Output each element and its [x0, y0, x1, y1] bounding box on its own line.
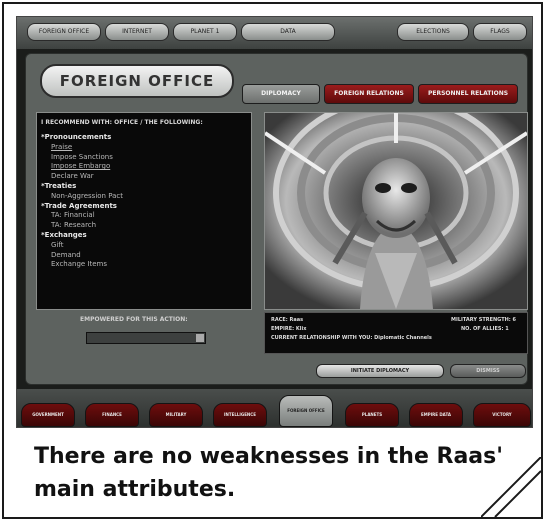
- menu-option[interactable]: Demand: [41, 251, 241, 261]
- relationship-label: CURRENT RELATIONSHIP WITH YOU: Diplomati…: [271, 335, 432, 341]
- slide-frame: FOREIGN OFFICE INTERNET PLANET 1 DATA EL…: [2, 2, 543, 519]
- top-tab[interactable]: INTERNET: [105, 23, 169, 41]
- chevron-down-icon[interactable]: [196, 334, 204, 342]
- game-screenshot: FOREIGN OFFICE INTERNET PLANET 1 DATA EL…: [16, 16, 533, 428]
- menu-section-heading: *Pronouncements: [41, 133, 112, 141]
- slide-caption: There are no weaknesses in the Raas' mai…: [34, 444, 503, 502]
- tab-foreign-relations[interactable]: FOREIGN RELATIONS: [324, 84, 414, 104]
- tab-personnel-relations[interactable]: PERSONNEL RELATIONS: [418, 84, 518, 104]
- raas-portrait-image: [265, 113, 527, 309]
- menu-option[interactable]: Exchange Items: [41, 260, 241, 270]
- menu-section-heading: *Exchanges: [41, 230, 87, 239]
- nav-button-foreign-office[interactable]: FOREIGN OFFICE: [279, 395, 333, 427]
- option-menu: *Pronouncements Praise Impose Sanctions Imp…: [41, 133, 241, 270]
- allies-label: NO. OF ALLIES: 1: [461, 326, 509, 332]
- menu-option[interactable]: Impose Embargo: [41, 162, 241, 172]
- top-tab[interactable]: ELECTIONS: [397, 23, 469, 41]
- top-tab[interactable]: FOREIGN OFFICE: [27, 23, 101, 41]
- action-label: EMPOWERED FOR THIS ACTION:: [80, 316, 188, 323]
- race-info-box: RACE: Raas EMPIRE: Klix CURRENT RELATION…: [264, 312, 528, 354]
- nav-button-government[interactable]: GOVERNMENT: [21, 403, 75, 427]
- list-header: I RECOMMEND WITH: OFFICE / THE FOLLOWING…: [41, 119, 203, 126]
- nav-button-finance[interactable]: FINANCE: [85, 403, 139, 427]
- menu-option[interactable]: Declare War: [41, 172, 241, 182]
- nav-button-intelligence[interactable]: INTELLIGENCE: [213, 403, 267, 427]
- top-tab[interactable]: PLANET 1: [173, 23, 237, 41]
- panel-title: FOREIGN OFFICE: [40, 64, 234, 98]
- tab-diplomacy[interactable]: DIPLOMACY: [242, 84, 320, 104]
- empire-label: EMPIRE: Klix: [271, 326, 307, 332]
- nav-button-planets[interactable]: PLANETS: [345, 403, 399, 427]
- menu-option[interactable]: TA: Research: [41, 221, 241, 231]
- dismiss-button[interactable]: DISMISS: [450, 364, 526, 378]
- top-tab[interactable]: FLAGS: [473, 23, 527, 41]
- menu-option[interactable]: Impose Sanctions: [41, 153, 241, 163]
- top-menu-strip: FOREIGN OFFICE INTERNET PLANET 1 DATA EL…: [17, 17, 532, 49]
- top-tab[interactable]: DATA: [241, 23, 335, 41]
- menu-option[interactable]: Gift: [41, 241, 241, 251]
- diplomacy-options-list: I RECOMMEND WITH: OFFICE / THE FOLLOWING…: [36, 112, 252, 310]
- initiate-diplomacy-button[interactable]: INITIATE DIPLOMACY: [316, 364, 444, 378]
- alien-portrait-raas: [264, 112, 528, 310]
- nav-button-military[interactable]: MILITARY: [149, 403, 203, 427]
- race-label: RACE: Raas: [271, 317, 304, 323]
- nav-button-victory[interactable]: VICTORY: [473, 403, 531, 427]
- menu-section-heading: *Treaties: [41, 181, 77, 190]
- menu-option[interactable]: TA: Financial: [41, 211, 241, 221]
- menu-section-heading: *Trade Agreements: [41, 201, 117, 210]
- empowered-dropdown[interactable]: [86, 332, 206, 344]
- menu-option[interactable]: Non-Aggression Pact: [41, 192, 241, 202]
- foreign-office-panel: FOREIGN OFFICE DIPLOMACY FOREIGN RELATIO…: [25, 53, 528, 385]
- menu-option[interactable]: Praise: [41, 143, 241, 153]
- nav-button-empire-data[interactable]: EMPIRE DATA: [409, 403, 463, 427]
- bottom-nav-bar: GOVERNMENT FINANCE MILITARY INTELLIGENCE…: [17, 389, 532, 427]
- military-strength-label: MILITARY STRENGTH: 6: [451, 317, 517, 323]
